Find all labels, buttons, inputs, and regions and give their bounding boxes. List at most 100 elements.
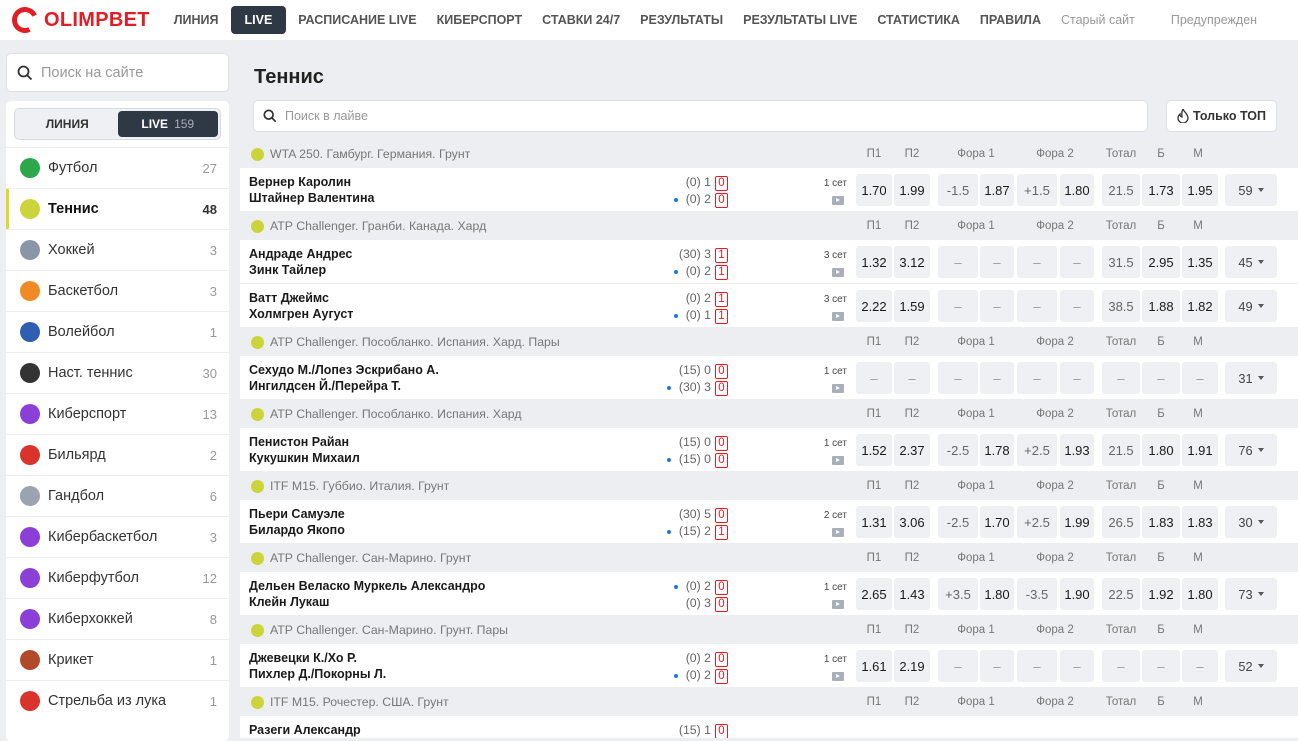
sidebar-item-4[interactable]: Волейбол 1 [6,311,229,352]
nav-item-5[interactable]: РЕЗУЛЬТАТЫ [640,13,723,27]
odds-cell[interactable]: – [1142,362,1180,394]
match-row[interactable]: Сехудо М./Лопез Эскрибано А. Ингилдсен Й.… [240,356,1298,400]
odds-cell[interactable]: 1.80 [1060,174,1094,206]
odds-cell[interactable]: 1.80 [980,578,1014,610]
video-icon[interactable] [832,528,844,537]
odds-cell[interactable]: – [1017,362,1057,394]
odds-cell[interactable]: – [980,290,1014,322]
odds-cell[interactable]: – [894,362,930,394]
odds-cell[interactable]: – [938,290,978,322]
odds-cell[interactable]: 1.32 [856,246,892,278]
league-header[interactable]: ATP Challenger. Сан-Марино. Грунт П1 П2 Фор… [240,544,1298,572]
odds-cell[interactable]: – [938,650,978,682]
nav-item-3[interactable]: КИБЕРСПОРТ [437,13,523,27]
video-icon[interactable] [832,456,844,465]
odds-cell[interactable]: 1.31 [856,506,892,538]
old-site-link[interactable]: Старый сайт [1061,13,1135,27]
match-row[interactable]: Джевецки К./Хо Р. Пихлер Д./Покорны Л. (0)… [240,644,1298,688]
odds-cell[interactable]: +2.5 [1017,506,1057,538]
odds-cell[interactable]: 2.19 [894,650,930,682]
odds-cell[interactable]: – [1017,650,1057,682]
match-row[interactable]: Разеги Александр (15) 10 [240,716,1298,738]
league-header[interactable]: ATP Challenger. Сан-Марино. Грунт. Пары П… [240,616,1298,644]
nav-item-7[interactable]: СТАТИСТИКА [877,13,960,27]
odds-cell[interactable]: 1.99 [894,174,930,206]
odds-cell[interactable]: 2.37 [894,434,930,466]
odds-cell[interactable]: – [1017,290,1057,322]
sidebar-item-7[interactable]: Бильярд 2 [6,434,229,475]
video-icon[interactable] [832,312,844,321]
odds-cell[interactable]: 1.90 [1060,578,1094,610]
odds-cell[interactable]: 1.78 [980,434,1014,466]
odds-cell[interactable]: 1.80 [1142,434,1180,466]
league-header[interactable]: ATP Challenger. Пособланко. Испания. Хар… [240,328,1298,356]
odds-cell[interactable]: – [1102,362,1140,394]
nav-item-1[interactable]: LIVE [230,6,287,34]
odds-cell[interactable]: 26.5 [1102,506,1140,538]
odds-cell[interactable]: – [980,362,1014,394]
more-markets-button[interactable]: 52 [1225,650,1277,682]
odds-cell[interactable]: 1.43 [894,578,930,610]
sidebar-item-11[interactable]: Киберхоккей 8 [6,598,229,639]
video-icon[interactable] [832,384,844,393]
sidebar-item-1[interactable]: Теннис 48 [6,188,229,229]
sidebar-item-9[interactable]: Кибербаскетбол 3 [6,516,229,557]
odds-cell[interactable]: – [1182,650,1218,682]
nav-item-4[interactable]: СТАВКИ 24/7 [542,13,620,27]
odds-cell[interactable]: 2.65 [856,578,892,610]
odds-cell[interactable]: +1.5 [1017,174,1057,206]
odds-cell[interactable]: – [1017,246,1057,278]
live-search-input[interactable]: Поиск в лайве [253,100,1148,132]
sidebar-item-13[interactable]: Стрельба из лука 1 [6,680,229,721]
odds-cell[interactable]: – [1182,362,1218,394]
sidebar-item-3[interactable]: Баскетбол 3 [6,270,229,311]
odds-cell[interactable]: – [1060,650,1094,682]
league-header[interactable]: ITF M15. Рочестер. США. Грунт П1 П2 Фора 1 Ф… [240,688,1298,716]
league-header[interactable]: ITF M15. Губбио. Италия. Грунт П1 П2 Фора 1… [240,472,1298,500]
warning-link[interactable]: Предупрежден [1171,13,1257,27]
match-row[interactable]: Пенистон Райан Кукушкин Михаил (15) 0 0 (15)… [240,428,1298,472]
match-row[interactable]: Вернер Каролин Штайнер Валентина (0) 1 0 (0)… [240,168,1298,212]
odds-cell[interactable]: -1.5 [938,174,978,206]
video-icon[interactable] [832,600,844,609]
odds-cell[interactable]: 3.06 [894,506,930,538]
sidebar-item-8[interactable]: Гандбол 6 [6,475,229,516]
odds-cell[interactable]: 1.91 [1182,434,1218,466]
odds-cell[interactable]: 2.95 [1142,246,1180,278]
odds-cell[interactable]: – [1142,650,1180,682]
odds-cell[interactable]: +2.5 [1017,434,1057,466]
video-icon[interactable] [832,672,844,681]
sidebar-item-10[interactable]: Киберфутбол 12 [6,557,229,598]
match-row[interactable]: Ватт Джеймс Холмгрен Аугуст (0) 2 1 (0) 113 … [240,284,1298,328]
nav-item-6[interactable]: РЕЗУЛЬТАТЫ LIVE [743,13,857,27]
league-header[interactable]: ATP Challenger. Пособланко. Испания. Хар… [240,400,1298,428]
more-markets-button[interactable]: 49 [1225,290,1277,322]
odds-cell[interactable]: 1.83 [1182,506,1218,538]
odds-cell[interactable]: – [980,650,1014,682]
video-icon[interactable] [832,196,844,205]
toggle-line[interactable]: ЛИНИЯ [17,111,118,137]
sidebar-item-12[interactable]: Крикет 1 [6,639,229,680]
sidebar-item-0[interactable]: Футбол 27 [6,147,229,188]
video-icon[interactable] [832,268,844,277]
odds-cell[interactable]: 1.70 [856,174,892,206]
odds-cell[interactable]: 1.61 [856,650,892,682]
match-row[interactable]: Андраде Андрес Зинк Тайлер (30) 3 1 (0) 213 … [240,240,1298,284]
odds-cell[interactable]: 1.35 [1182,246,1218,278]
odds-cell[interactable]: 31.5 [1102,246,1140,278]
odds-cell[interactable]: – [856,362,892,394]
odds-cell[interactable]: – [1060,362,1094,394]
odds-cell[interactable]: +3.5 [938,578,978,610]
toggle-live[interactable]: LIVE 159 [117,111,218,137]
nav-item-8[interactable]: ПРАВИЛА [980,13,1041,27]
odds-cell[interactable]: – [938,246,978,278]
odds-cell[interactable]: 1.83 [1142,506,1180,538]
league-header[interactable]: WTA 250. Гамбург. Германия. Грунт П1 П2 Фор… [240,140,1298,168]
more-markets-button[interactable]: 30 [1225,506,1277,538]
odds-cell[interactable]: – [1060,290,1094,322]
odds-cell[interactable]: 1.93 [1060,434,1094,466]
olimpbet-logo[interactable]: OLIMPBET [8,3,150,37]
odds-cell[interactable]: 21.5 [1102,434,1140,466]
odds-cell[interactable]: – [1102,650,1140,682]
odds-cell[interactable]: – [980,246,1014,278]
